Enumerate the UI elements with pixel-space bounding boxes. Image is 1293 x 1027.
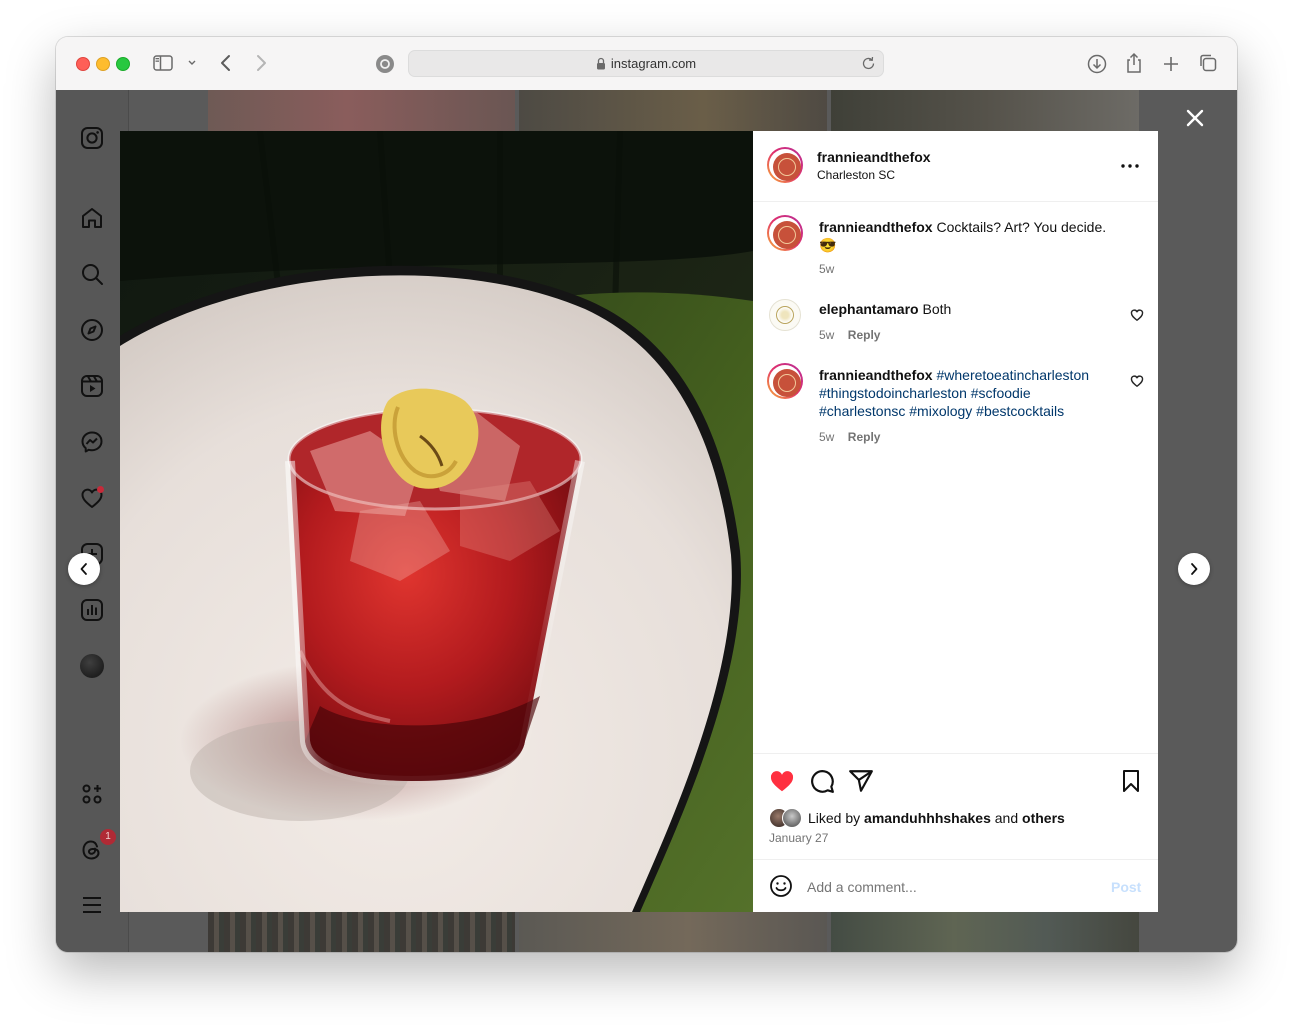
comment-time: 5w — [819, 328, 835, 342]
search-icon[interactable] — [78, 260, 106, 288]
downloads-icon[interactable] — [1085, 52, 1109, 76]
more-menu-icon[interactable] — [78, 891, 106, 919]
address-bar[interactable]: instagram.com — [408, 50, 884, 77]
tab-overview-icon[interactable] — [1197, 52, 1219, 74]
caption-time: 5w — [819, 262, 835, 276]
liker-avatar[interactable] — [782, 808, 802, 828]
comment-input[interactable] — [807, 876, 1097, 898]
caption-username[interactable]: frannieandthefox — [819, 219, 933, 235]
minimize-window-button[interactable] — [96, 57, 110, 71]
comment-time: 5w — [819, 430, 835, 444]
hashtag-link[interactable]: #charlestonsc #mixology #bestcocktails — [819, 403, 1064, 419]
chevron-left-icon — [80, 563, 87, 575]
comment-like-icon[interactable] — [1130, 374, 1144, 388]
close-icon — [1186, 109, 1204, 127]
explore-icon[interactable] — [78, 316, 106, 344]
threads-icon[interactable]: 1 — [78, 829, 116, 864]
cocktail-photo — [120, 131, 753, 912]
close-window-button[interactable] — [76, 57, 90, 71]
bookmark-icon — [1123, 770, 1139, 792]
chevron-right-icon — [1191, 563, 1198, 575]
emoji-button[interactable] — [769, 874, 793, 898]
comment-item: elephantamaro Both 5w Reply — [753, 297, 1158, 347]
emoji-icon — [770, 875, 792, 897]
zoom-window-button[interactable] — [116, 57, 130, 71]
next-post-button[interactable] — [1178, 553, 1210, 585]
sidebar-toggle-icon[interactable] — [152, 53, 174, 73]
back-icon[interactable] — [216, 52, 236, 74]
caption-emoji: 😎 — [819, 237, 837, 253]
url-text: instagram.com — [610, 56, 697, 71]
instagram-sidebar: 1 — [56, 90, 129, 952]
author-avatar[interactable] — [767, 147, 803, 183]
threads-badge: 1 — [100, 829, 116, 845]
share-icon[interactable] — [1123, 50, 1145, 76]
previous-post-button[interactable] — [68, 553, 100, 585]
post-date: January 27 — [769, 831, 829, 845]
share-button[interactable] — [848, 768, 874, 794]
post-actions: Liked by amanduhhhshakes and others Janu… — [753, 753, 1158, 845]
comment-text: Both — [922, 301, 952, 317]
liked-by-others[interactable]: others — [1022, 810, 1065, 826]
reply-button[interactable]: Reply — [848, 430, 881, 444]
messenger-icon[interactable] — [78, 428, 106, 456]
browser-toolbar: instagram.com — [56, 37, 1237, 91]
add-comment-bar: Post — [753, 859, 1158, 913]
author-info: frannieandthefox Charleston SC — [817, 149, 931, 182]
new-tab-icon[interactable] — [1160, 53, 1182, 75]
notification-dot — [97, 486, 104, 493]
forward-icon[interactable] — [251, 52, 271, 74]
more-options-button[interactable] — [1119, 155, 1141, 177]
comment-button[interactable] — [809, 768, 835, 794]
background-post-tile — [519, 912, 827, 952]
background-post-tile — [208, 90, 515, 131]
post-comment-button[interactable]: Post — [1111, 879, 1141, 895]
liked-by-prefix: Liked by — [808, 810, 861, 826]
post-details-panel: frannieandthefox Charleston SC franniean… — [753, 131, 1158, 912]
profile-avatar[interactable] — [78, 652, 106, 680]
comment-username[interactable]: elephantamaro — [819, 301, 919, 317]
send-icon — [849, 770, 873, 792]
background-post-tile — [831, 912, 1139, 952]
background-post-tile — [208, 912, 515, 952]
hashtag-link[interactable]: #wheretoeatincharleston — [936, 367, 1089, 383]
comment-item: frannieandthefox #wheretoeatincharleston… — [753, 363, 1158, 444]
notifications-heart-icon[interactable] — [78, 484, 106, 512]
liked-by-and: and — [994, 810, 1019, 826]
close-modal-button[interactable] — [1184, 107, 1206, 129]
home-icon[interactable] — [78, 204, 106, 232]
commenter-avatar[interactable] — [769, 299, 801, 331]
post-image[interactable] — [120, 131, 753, 912]
reply-button[interactable]: Reply — [848, 328, 881, 342]
liked-by-user[interactable]: amanduhhhshakes — [864, 810, 991, 826]
comment-icon — [811, 770, 834, 793]
instagram-logo-icon[interactable] — [78, 124, 106, 152]
caption-text: Cocktails? Art? You decide. — [936, 219, 1107, 235]
site-favicon-icon — [375, 54, 395, 74]
also-from-meta-icon[interactable] — [78, 780, 106, 808]
more-options-icon — [1121, 164, 1139, 168]
save-button[interactable] — [1119, 768, 1143, 794]
hashtag-link[interactable]: #thingstodoincharleston #scfoodie — [819, 385, 1031, 401]
post-location[interactable]: Charleston SC — [817, 168, 931, 182]
comment-username[interactable]: frannieandthefox — [819, 367, 933, 383]
lock-icon — [596, 57, 606, 70]
author-username[interactable]: frannieandthefox — [817, 149, 931, 165]
like-button[interactable] — [768, 768, 796, 794]
heart-filled-icon — [770, 771, 794, 792]
commenter-avatar[interactable] — [767, 363, 803, 399]
caption-avatar[interactable] — [767, 215, 803, 251]
liked-by-row: Liked by amanduhhhshakes and others — [769, 808, 1065, 828]
reload-icon[interactable] — [861, 56, 876, 71]
reels-icon[interactable] — [78, 372, 106, 400]
comment-like-icon[interactable] — [1130, 308, 1144, 322]
chevron-down-icon[interactable] — [186, 57, 198, 69]
background-post-tile — [831, 90, 1139, 131]
dashboard-icon[interactable] — [78, 596, 106, 624]
browser-window: instagram.com 1 frannieandthefox Charles… — [56, 37, 1237, 952]
background-post-tile — [519, 90, 827, 131]
post-header: frannieandthefox Charleston SC — [753, 131, 1158, 202]
page-content: 1 frannieandthefox Charleston SC frannie… — [56, 90, 1237, 952]
